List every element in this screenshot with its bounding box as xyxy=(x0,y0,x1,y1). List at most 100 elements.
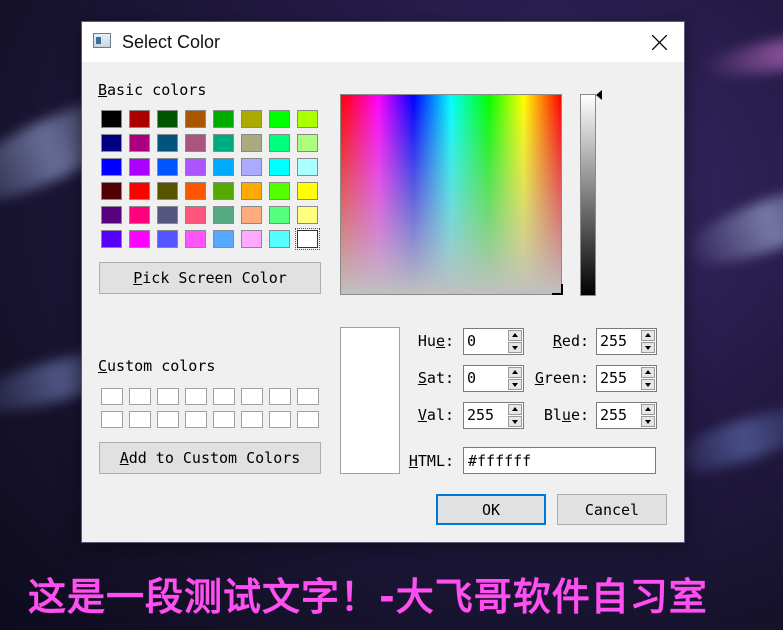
basic-color-swatch[interactable] xyxy=(269,182,290,200)
basic-color-swatch[interactable] xyxy=(295,228,320,250)
blue-up-arrow[interactable] xyxy=(641,404,655,415)
basic-color-swatch[interactable] xyxy=(185,134,206,152)
custom-color-slot[interactable] xyxy=(157,388,179,405)
basic-color-swatch[interactable] xyxy=(101,206,122,224)
val-label: Val: xyxy=(417,406,454,424)
custom-color-slot[interactable] xyxy=(185,388,207,405)
basic-color-swatch[interactable] xyxy=(297,206,318,224)
basic-color-swatch[interactable] xyxy=(157,206,178,224)
hue-spinbox[interactable]: 0 xyxy=(463,328,524,355)
custom-color-slot[interactable] xyxy=(213,388,235,405)
custom-color-slot[interactable] xyxy=(269,411,291,428)
basic-color-swatch[interactable] xyxy=(101,134,122,152)
hue-up-arrow[interactable] xyxy=(508,330,522,341)
basic-color-swatch[interactable] xyxy=(129,134,150,152)
app-window-icon xyxy=(93,33,111,48)
val-up-arrow[interactable] xyxy=(508,404,522,415)
basic-color-swatch[interactable] xyxy=(129,182,150,200)
custom-color-slot[interactable] xyxy=(297,388,319,405)
basic-color-swatch[interactable] xyxy=(241,134,262,152)
basic-color-swatch[interactable] xyxy=(241,110,262,128)
val-spinbox[interactable]: 255 xyxy=(463,402,524,429)
basic-color-swatch[interactable] xyxy=(213,134,234,152)
close-button[interactable] xyxy=(642,28,676,56)
add-to-custom-colors-button[interactable]: Add to Custom Colors xyxy=(99,442,321,474)
red-spinbox[interactable]: 255 xyxy=(596,328,657,355)
basic-color-swatch[interactable] xyxy=(297,110,318,128)
basic-color-swatch[interactable] xyxy=(269,206,290,224)
background-streak xyxy=(676,170,783,280)
basic-color-swatch[interactable] xyxy=(241,230,262,248)
green-spinbox[interactable]: 255 xyxy=(596,365,657,392)
basic-color-swatch[interactable] xyxy=(129,230,150,248)
basic-color-swatch[interactable] xyxy=(157,158,178,176)
basic-color-swatch[interactable] xyxy=(185,110,206,128)
basic-color-swatch[interactable] xyxy=(269,230,290,248)
custom-color-slot[interactable] xyxy=(297,411,319,428)
basic-color-swatch[interactable] xyxy=(241,158,262,176)
basic-color-swatch[interactable] xyxy=(157,230,178,248)
basic-color-swatch[interactable] xyxy=(269,110,290,128)
basic-color-swatch[interactable] xyxy=(101,110,122,128)
sat-down-arrow[interactable] xyxy=(508,379,522,390)
html-hex-input[interactable] xyxy=(463,447,656,474)
custom-color-slot[interactable] xyxy=(129,411,151,428)
custom-color-slot[interactable] xyxy=(157,411,179,428)
sat-up-arrow[interactable] xyxy=(508,367,522,378)
basic-color-swatch[interactable] xyxy=(297,182,318,200)
basic-color-swatch[interactable] xyxy=(101,230,122,248)
custom-color-slot[interactable] xyxy=(129,388,151,405)
basic-color-swatch[interactable] xyxy=(213,110,234,128)
basic-color-swatch[interactable] xyxy=(157,134,178,152)
hue-down-arrow[interactable] xyxy=(508,342,522,353)
basic-color-swatch[interactable] xyxy=(185,158,206,176)
basic-color-swatch[interactable] xyxy=(101,182,122,200)
custom-color-slot[interactable] xyxy=(213,411,235,428)
current-color-preview xyxy=(340,327,400,474)
background-streak xyxy=(698,26,783,84)
custom-color-slot[interactable] xyxy=(185,411,207,428)
green-up-arrow[interactable] xyxy=(641,367,655,378)
basic-color-swatch[interactable] xyxy=(129,206,150,224)
basic-color-swatch[interactable] xyxy=(269,134,290,152)
basic-color-swatch[interactable] xyxy=(297,158,318,176)
blue-down-arrow[interactable] xyxy=(641,416,655,427)
basic-color-swatch[interactable] xyxy=(297,134,318,152)
cancel-button[interactable]: Cancel xyxy=(557,494,667,525)
basic-color-swatch[interactable] xyxy=(129,110,150,128)
basic-color-swatch[interactable] xyxy=(241,182,262,200)
basic-color-swatch[interactable] xyxy=(129,158,150,176)
basic-colors-label: Basic colors xyxy=(98,81,207,99)
basic-color-swatch[interactable] xyxy=(185,230,206,248)
basic-color-swatch[interactable] xyxy=(269,158,290,176)
sat-spinbox[interactable]: 0 xyxy=(463,365,524,392)
title-bar[interactable]: Select Color xyxy=(82,22,684,62)
spectrum-crosshair[interactable] xyxy=(552,284,563,295)
ok-button[interactable]: OK xyxy=(436,494,546,525)
basic-color-swatch[interactable] xyxy=(213,182,234,200)
custom-color-slot[interactable] xyxy=(269,388,291,405)
green-down-arrow[interactable] xyxy=(641,379,655,390)
basic-color-swatch[interactable] xyxy=(241,206,262,224)
basic-color-swatch[interactable] xyxy=(157,182,178,200)
custom-color-slot[interactable] xyxy=(241,388,263,405)
blue-spinbox[interactable]: 255 xyxy=(596,402,657,429)
luminance-slider[interactable] xyxy=(580,94,596,296)
red-up-arrow[interactable] xyxy=(641,330,655,341)
hue-saturation-spectrum[interactable] xyxy=(340,94,562,295)
val-down-arrow[interactable] xyxy=(508,416,522,427)
basic-color-swatch[interactable] xyxy=(185,182,206,200)
basic-color-swatch[interactable] xyxy=(213,206,234,224)
pick-screen-color-button[interactable]: Pick Screen Color xyxy=(99,262,321,294)
blue-label: Blue: xyxy=(543,406,589,424)
custom-color-slot[interactable] xyxy=(241,411,263,428)
basic-color-swatch[interactable] xyxy=(185,206,206,224)
basic-color-swatch[interactable] xyxy=(101,158,122,176)
basic-color-swatch[interactable] xyxy=(213,158,234,176)
custom-color-slot[interactable] xyxy=(101,388,123,405)
custom-color-slot[interactable] xyxy=(101,411,123,428)
basic-color-swatch[interactable] xyxy=(157,110,178,128)
basic-color-swatch[interactable] xyxy=(213,230,234,248)
luminance-slider-arrow[interactable] xyxy=(596,90,602,100)
red-down-arrow[interactable] xyxy=(641,342,655,353)
